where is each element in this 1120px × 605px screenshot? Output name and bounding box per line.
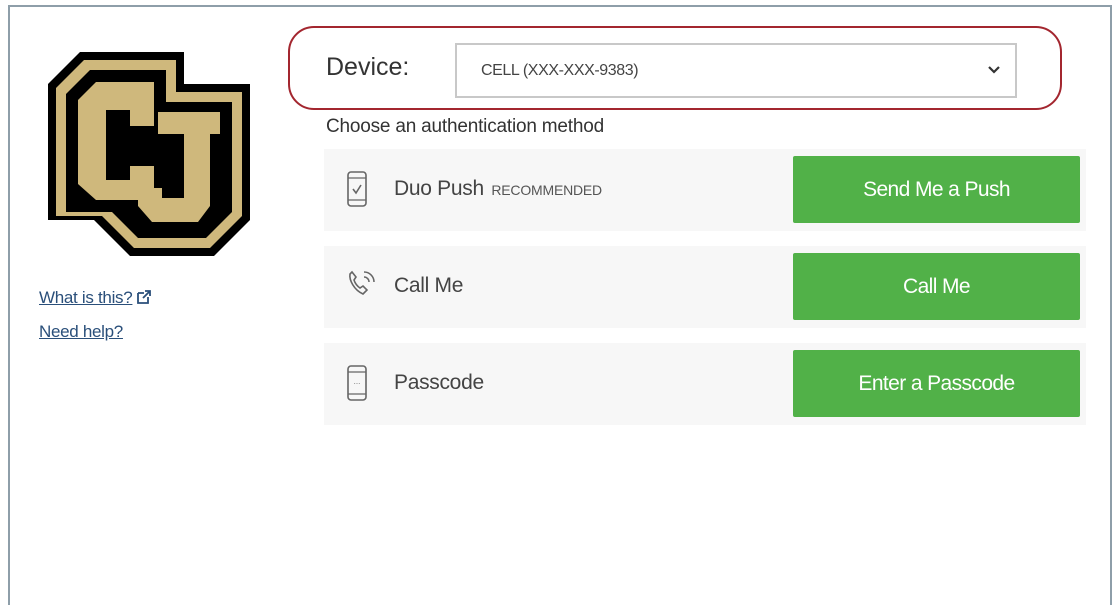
method-row-passcode: ··· Passcode Enter a Passcode	[324, 343, 1086, 425]
method-row-duo-push: Duo Push RECOMMENDED Send Me a Push	[324, 149, 1086, 231]
recommended-tag: RECOMMENDED	[491, 182, 602, 198]
method-row-call-me: Call Me Call Me	[324, 246, 1086, 328]
device-select[interactable]: CELL (XXX-XXX-9383)	[455, 43, 1017, 98]
method-label: Call Me	[394, 274, 464, 297]
phone-passcode-icon: ···	[347, 365, 367, 401]
send-push-button[interactable]: Send Me a Push	[793, 156, 1080, 223]
phone-call-icon	[349, 270, 375, 295]
phone-check-icon	[347, 171, 367, 207]
device-selected-value: CELL (XXX-XXX-9383)	[481, 62, 639, 79]
chevron-down-icon	[988, 66, 1000, 74]
choose-method-label: Choose an authentication method	[326, 116, 604, 137]
cu-logo	[48, 52, 250, 256]
method-label: Duo Push RECOMMENDED	[394, 177, 602, 200]
what-is-this-link[interactable]: What is this?	[39, 288, 152, 308]
external-link-icon	[137, 290, 152, 304]
call-me-button[interactable]: Call Me	[793, 253, 1080, 320]
method-label: Passcode	[394, 371, 484, 394]
enter-passcode-button[interactable]: Enter a Passcode	[793, 350, 1080, 417]
device-label: Device:	[326, 53, 410, 81]
what-is-this-label: What is this?	[39, 288, 133, 307]
need-help-link[interactable]: Need help?	[39, 322, 123, 342]
svg-text:···: ···	[354, 380, 361, 388]
